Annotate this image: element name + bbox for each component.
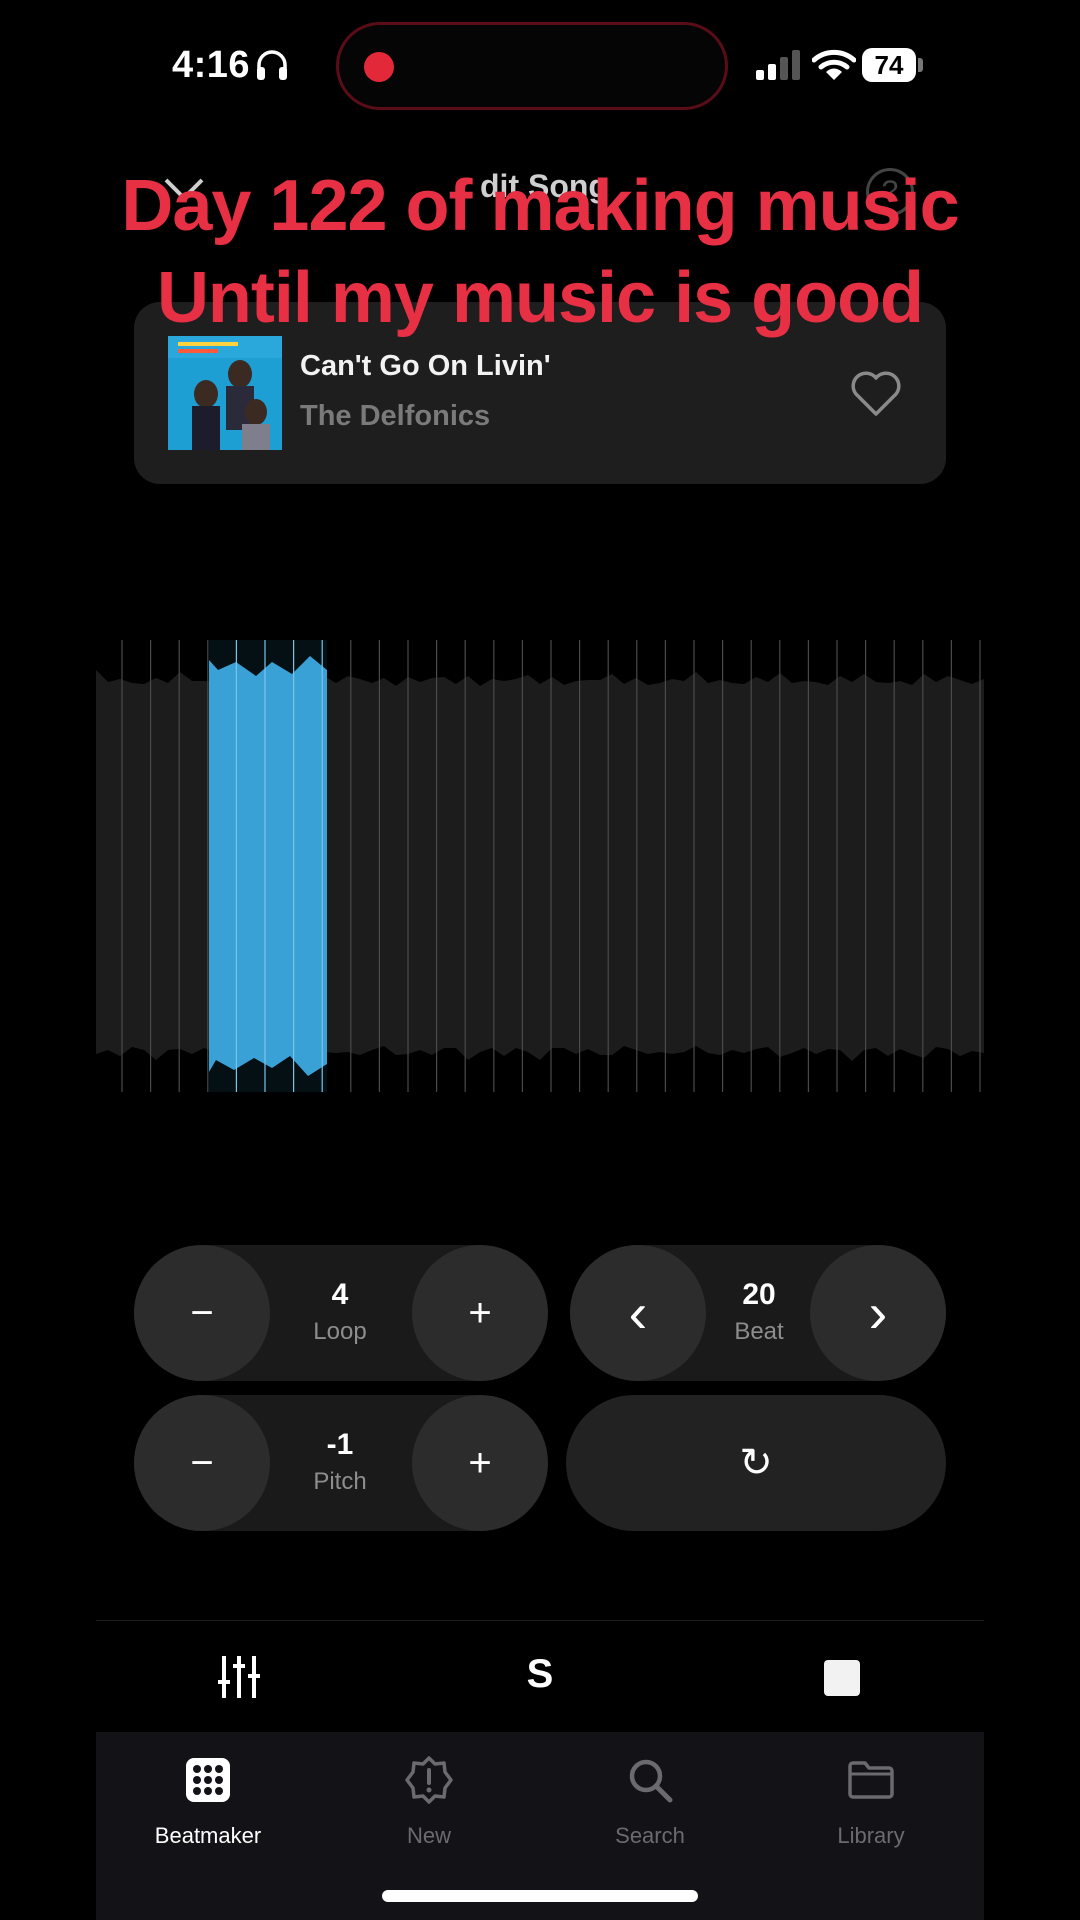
waveform[interactable]: [96, 640, 984, 1092]
loop-decrease-button[interactable]: −: [134, 1245, 270, 1381]
pitch-decrease-button[interactable]: −: [134, 1395, 270, 1531]
beat-prev-button[interactable]: ‹: [570, 1245, 706, 1381]
battery-cap: [918, 58, 923, 72]
tab-beatmaker[interactable]: Beatmaker: [108, 1756, 308, 1849]
wifi-icon: [812, 49, 856, 80]
pitch-label: Pitch: [313, 1468, 367, 1495]
tab-search[interactable]: Search: [550, 1756, 750, 1849]
home-indicator: [382, 1890, 698, 1902]
recording-indicator-icon: [364, 52, 394, 82]
beat-label: Beat: [734, 1318, 784, 1345]
headphones-icon: [257, 50, 287, 80]
loop-selection[interactable]: [209, 640, 327, 1092]
sample-mode-button[interactable]: S: [522, 1652, 558, 1697]
loop-label: Loop: [313, 1318, 367, 1345]
loop-value: 4: [331, 1278, 349, 1311]
grid-icon: [186, 1758, 230, 1802]
tab-label: Search: [615, 1823, 685, 1848]
cellular-signal-icon: [756, 50, 800, 80]
status-time: 4:16: [172, 44, 251, 86]
loop-increase-button[interactable]: +: [412, 1245, 548, 1381]
tab-new[interactable]: New: [329, 1756, 529, 1849]
reset-button[interactable]: ↻: [566, 1395, 946, 1531]
beat-next-button[interactable]: ›: [810, 1245, 946, 1381]
pitch-value: -1: [326, 1428, 354, 1461]
video-caption-overlay: Day 122 of making music Until my music i…: [0, 160, 1080, 344]
search-icon: [629, 1759, 673, 1803]
heart-icon[interactable]: [850, 370, 902, 418]
badge-alert-icon: [405, 1756, 453, 1804]
pitch-increase-button[interactable]: +: [412, 1395, 548, 1531]
tab-label: New: [406, 1823, 451, 1848]
dynamic-island: [336, 22, 728, 110]
folder-icon: [848, 1761, 894, 1799]
divider: [96, 1620, 984, 1621]
caption-line-1: Day 122 of making music: [121, 166, 959, 246]
tab-label: Beatmaker: [154, 1823, 262, 1848]
tab-label: Library: [837, 1823, 905, 1848]
sliders-icon[interactable]: [216, 1654, 262, 1700]
album-art: [168, 336, 282, 450]
beat-value: 20: [742, 1278, 776, 1311]
caption-line-2: Until my music is good: [156, 258, 924, 338]
song-title: Can't Go On Livin': [300, 350, 551, 382]
tab-library[interactable]: Library: [771, 1756, 971, 1849]
stop-icon[interactable]: [824, 1660, 860, 1696]
song-artist: The Delfonics: [300, 400, 491, 432]
battery-level: 74: [862, 48, 916, 82]
